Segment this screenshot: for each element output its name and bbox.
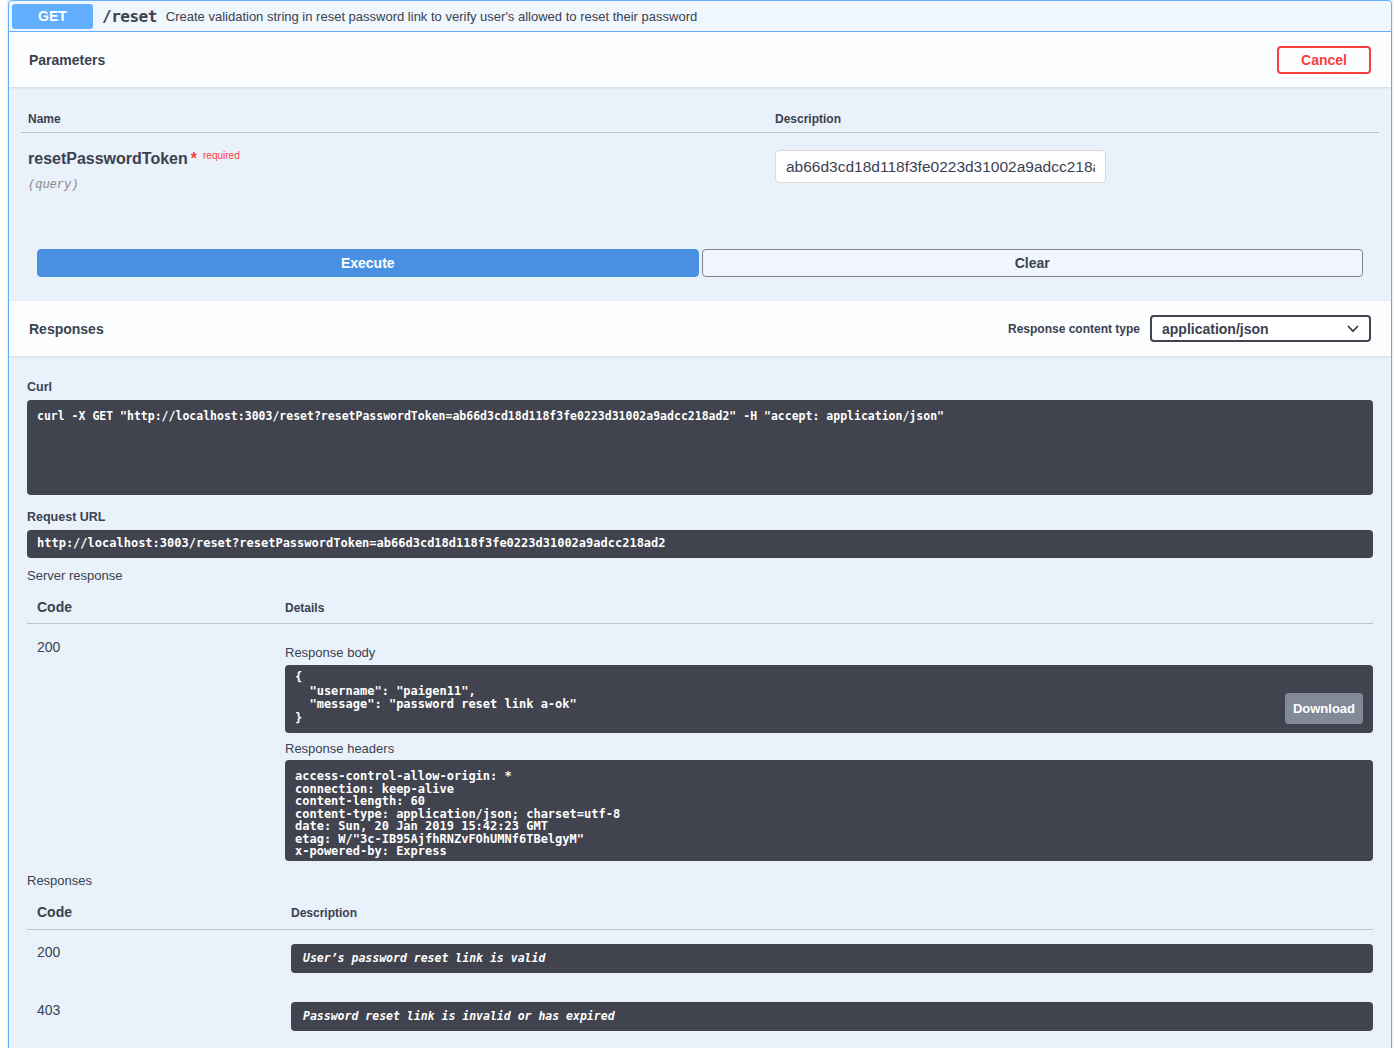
response-code: 200 [27,944,291,960]
execute-button[interactable]: Execute [37,249,699,277]
opblock-body: Parameters Cancel Name Description reset… [9,32,1391,1048]
column-header-name: Name [21,112,775,126]
response-content-type-select[interactable]: application/json [1150,315,1371,342]
parameter-value-input[interactable] [775,150,1106,183]
response-body-label: Response body [285,645,1373,660]
documented-responses-table-head: Code Description [27,894,1373,930]
column-header-description: Description [291,906,1373,920]
curl-label: Curl [27,380,1373,394]
response-headers: access-control-allow-origin: * connectio… [285,760,1373,861]
request-url: http://localhost:3003/reset?resetPasswor… [27,530,1373,558]
response-content-type: Response content type application/json [1008,315,1371,342]
response-headers-label: Response headers [285,741,1373,756]
response-content-type-value: application/json [1162,321,1269,337]
server-response-table: Code Details 200 Response body { "userna… [27,589,1373,861]
response-body: { "username": "paigen11", "message": "pa… [285,665,1373,733]
responses-header: Responses Response content type applicat… [9,301,1391,356]
method-badge: GET [12,4,93,29]
endpoint-summary[interactable]: GET /reset Create validation string in r… [9,1,1391,32]
documented-response-row: 403 Password reset link is invalid or ha… [27,988,1373,1031]
parameter-location: (query) [28,178,775,192]
parameters-header: Parameters Cancel [9,32,1391,87]
required-label: required [203,150,240,161]
response-code: 200 [27,639,285,861]
parameters-title: Parameters [29,52,105,68]
documented-response-row: 200 User’s password reset link is valid [27,930,1373,973]
clear-button[interactable]: Clear [702,249,1364,277]
column-header-code: Code [27,599,285,615]
column-header-details: Details [285,601,1373,615]
server-response-row: 200 Response body { "username": "paigen1… [27,624,1373,861]
responses-title: Responses [29,321,104,337]
response-description: User’s password reset link is valid [291,944,1373,973]
column-header-description: Description [775,112,1379,126]
responses-inner: Curl curl -X GET "http://localhost:3003/… [9,356,1391,1048]
opblock-get-reset: GET /reset Create validation string in r… [8,0,1392,1048]
parameters-table-head: Name Description [21,112,1379,133]
server-response-label: Server response [27,568,1373,583]
endpoint-description: Create validation string in reset passwo… [166,9,697,24]
download-button[interactable]: Download [1285,693,1363,724]
execute-row: Execute Clear [37,249,1363,301]
parameter-row: resetPasswordToken*required (query) [21,133,1379,192]
endpoint-path: /reset [102,7,157,26]
curl-command: curl -X GET "http://localhost:3003/reset… [27,400,1373,495]
required-star: * [191,150,197,167]
parameter-name: resetPasswordToken*required [28,150,775,168]
response-content-type-label: Response content type [1008,322,1140,336]
server-response-table-head: Code Details [27,589,1373,624]
request-url-label: Request URL [27,510,1373,524]
parameters-table: Name Description resetPasswordToken*requ… [9,87,1391,301]
cancel-button[interactable]: Cancel [1277,46,1371,74]
documented-responses-title: Responses [27,873,1373,888]
response-code: 403 [27,1002,291,1018]
documented-responses-table: Code Description 200 User’s password res… [27,894,1373,1031]
column-header-code: Code [27,904,291,920]
chevron-down-icon [1347,325,1359,333]
response-description: Password reset link is invalid or has ex… [291,1002,1373,1031]
